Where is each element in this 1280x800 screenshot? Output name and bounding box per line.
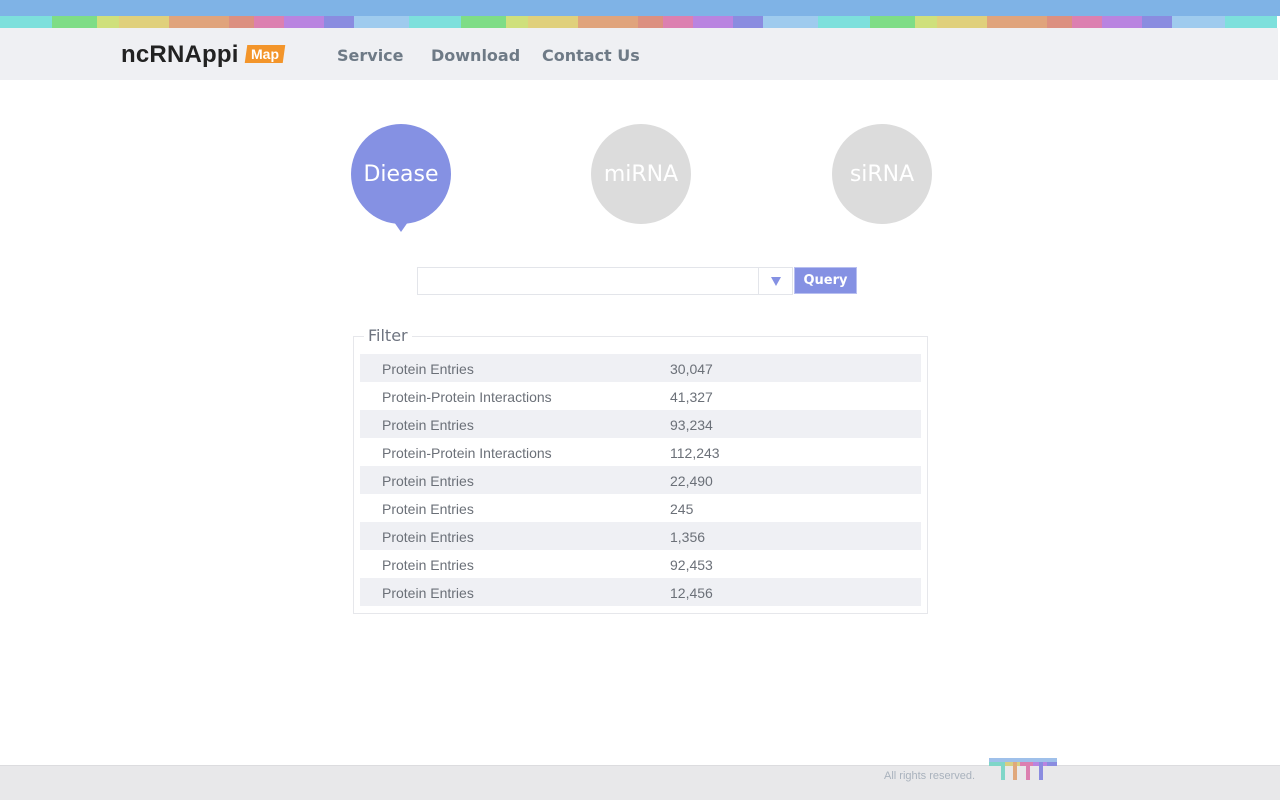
search-dropdown-button[interactable] — [758, 267, 793, 295]
filter-row[interactable]: Protein Entries 245 — [360, 494, 921, 522]
category-mirna-label: miRNA — [603, 161, 679, 187]
category-sirna-label: siRNA — [849, 161, 915, 187]
category-mirna-button[interactable]: miRNA — [591, 124, 691, 224]
filter-row[interactable]: Protein Entries 92,453 — [360, 550, 921, 578]
category-sirna-button[interactable]: siRNA — [832, 124, 932, 224]
filter-row-count: 30,047 — [670, 361, 713, 377]
site-footer — [0, 765, 1280, 800]
nav-service[interactable]: Service — [337, 46, 404, 65]
filter-row-count: 12,456 — [670, 585, 713, 601]
filter-row[interactable]: Protein Entries 22,490 — [360, 466, 921, 494]
footer-logo-icon — [989, 758, 1057, 780]
filter-row-name: Protein Entries — [382, 585, 474, 601]
filter-row[interactable]: Protein Entries 12,456 — [360, 578, 921, 606]
filter-legend: Filter — [364, 326, 412, 345]
filter-row-count: 92,453 — [670, 557, 713, 573]
filter-row-name: Protein Entries — [382, 557, 474, 573]
filter-row-name: Protein-Protein Interactions — [382, 389, 552, 405]
filter-row-count: 41,327 — [670, 389, 713, 405]
filter-row-count: 112,243 — [670, 445, 720, 461]
triangle-down-icon — [770, 276, 781, 286]
search-input[interactable] — [417, 267, 759, 295]
nav-contact-us[interactable]: Contact Us — [542, 46, 640, 65]
map-badge: Map — [244, 45, 286, 63]
filter-row-name: Protein Entries — [382, 361, 474, 377]
rights-text: All rights reserved. — [884, 770, 976, 782]
filter-row-name: Protein Entries — [382, 529, 474, 545]
site-header: ncRNAppi Map Service Download Contact Us — [0, 28, 1278, 80]
filter-row[interactable]: Protein-Protein Interactions 112,243 — [360, 438, 921, 466]
filter-row-name: Protein-Protein Interactions — [382, 445, 552, 461]
filter-list: Protein Entries 30,047 Protein-Protein Int… — [360, 354, 921, 606]
filter-row-count: 1,356 — [670, 529, 706, 545]
filter-row-name: Protein Entries — [382, 501, 474, 517]
query-button[interactable]: Query — [794, 267, 857, 294]
nav-download[interactable]: Download — [431, 46, 520, 65]
filter-row-count: 93,234 — [670, 417, 713, 433]
color-strip — [0, 16, 1280, 28]
filter-row[interactable]: Protein Entries 1,356 — [360, 522, 921, 550]
site-logo[interactable]: ncRNAppi — [121, 41, 239, 69]
filter-row[interactable]: Protein Entries 30,047 — [360, 354, 921, 382]
filter-row-count: 245 — [670, 501, 694, 517]
category-disease-label: Diease — [363, 161, 439, 187]
category-disease-button[interactable]: Diease — [351, 124, 451, 232]
filter-row-count: 22,490 — [670, 473, 713, 489]
filter-row-name: Protein Entries — [382, 473, 474, 489]
filter-row[interactable]: Protein Entries 93,234 — [360, 410, 921, 438]
filter-row[interactable]: Protein-Protein Interactions 41,327 — [360, 382, 921, 410]
top-decorative-bar — [0, 0, 1280, 16]
filter-row-name: Protein Entries — [382, 417, 474, 433]
